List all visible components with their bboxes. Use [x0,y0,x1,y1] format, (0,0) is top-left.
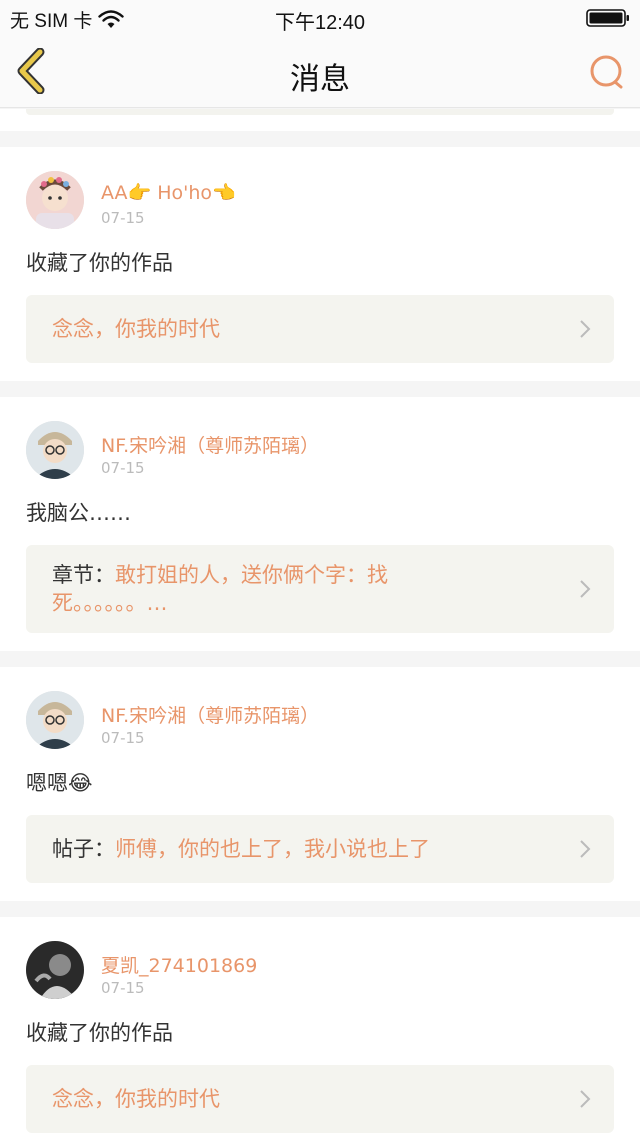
message-date: 07-15 [101,209,145,227]
message-card: 夏凯_274101869 07-15 收藏了你的作品 念念，你我的时代 [0,917,640,1139]
ref-title: 念念，你我的时代 [52,317,220,341]
message-text: 嗯嗯😂 [26,771,93,795]
avatar[interactable] [26,691,84,749]
message-card: NF.宋吟湘（尊师苏陌璃） 07-15 我脑公…… 章节：敢打姐的人，送你俩个字… [0,397,640,651]
avatar[interactable] [26,171,84,229]
referenced-chapter-link[interactable]: 章节：敢打姐的人，送你俩个字：找死。。。。。。… [26,545,614,633]
user-name[interactable]: 夏凯_274101869 [101,951,257,978]
status-time: 下午12:40 [274,12,366,34]
message-text: 收藏了你的作品 [26,251,173,275]
message-date: 07-15 [101,459,145,477]
message-date: 07-15 [101,979,145,997]
battery-icon [586,9,629,27]
chevron-right-icon [580,1090,591,1108]
message-feed[interactable]: AA👉 Ho'ho👈 07-15 收藏了你的作品 念念，你我的时代 NF.宋吟湘… [0,109,640,1139]
avatar[interactable] [26,421,84,479]
message-date: 07-15 [101,729,145,747]
ref-prefix: 帖子： [52,837,115,861]
message-card: NF.宋吟湘（尊师苏陌璃） 07-15 嗯嗯😂 帖子： 师傅，你的也上了，我小说也… [0,667,640,901]
ref-title: 念念，你我的时代 [52,1087,220,1111]
previous-card-tail [0,109,640,131]
user-name[interactable]: NF.宋吟湘（尊师苏陌璃） [101,701,319,728]
message-text: 我脑公…… [26,501,131,525]
message-text: 收藏了你的作品 [26,1021,173,1045]
page-title: 消息 [290,62,350,97]
chevron-right-icon [580,320,591,338]
status-bar: 无 SIM 卡 下午12:40 [0,0,640,34]
message-card: AA👉 Ho'ho👈 07-15 收藏了你的作品 念念，你我的时代 [0,147,640,381]
ref-title: 师傅，你的也上了，我小说也上了 [115,837,430,861]
user-name[interactable]: NF.宋吟湘（尊师苏陌璃） [101,431,319,458]
search-icon[interactable] [586,52,626,92]
referenced-work-link[interactable]: 念念，你我的时代 [26,1065,614,1133]
chevron-right-icon [580,840,591,858]
ref-prefix: 章节： [52,563,115,587]
chevron-right-icon [580,580,591,598]
avatar[interactable] [26,941,84,999]
nav-bar: 消息 [0,34,640,108]
user-name[interactable]: AA👉 Ho'ho👈 [101,181,236,204]
referenced-work-link[interactable]: 念念，你我的时代 [26,295,614,363]
referenced-post-link[interactable]: 帖子： 师傅，你的也上了，我小说也上了 [26,815,614,883]
